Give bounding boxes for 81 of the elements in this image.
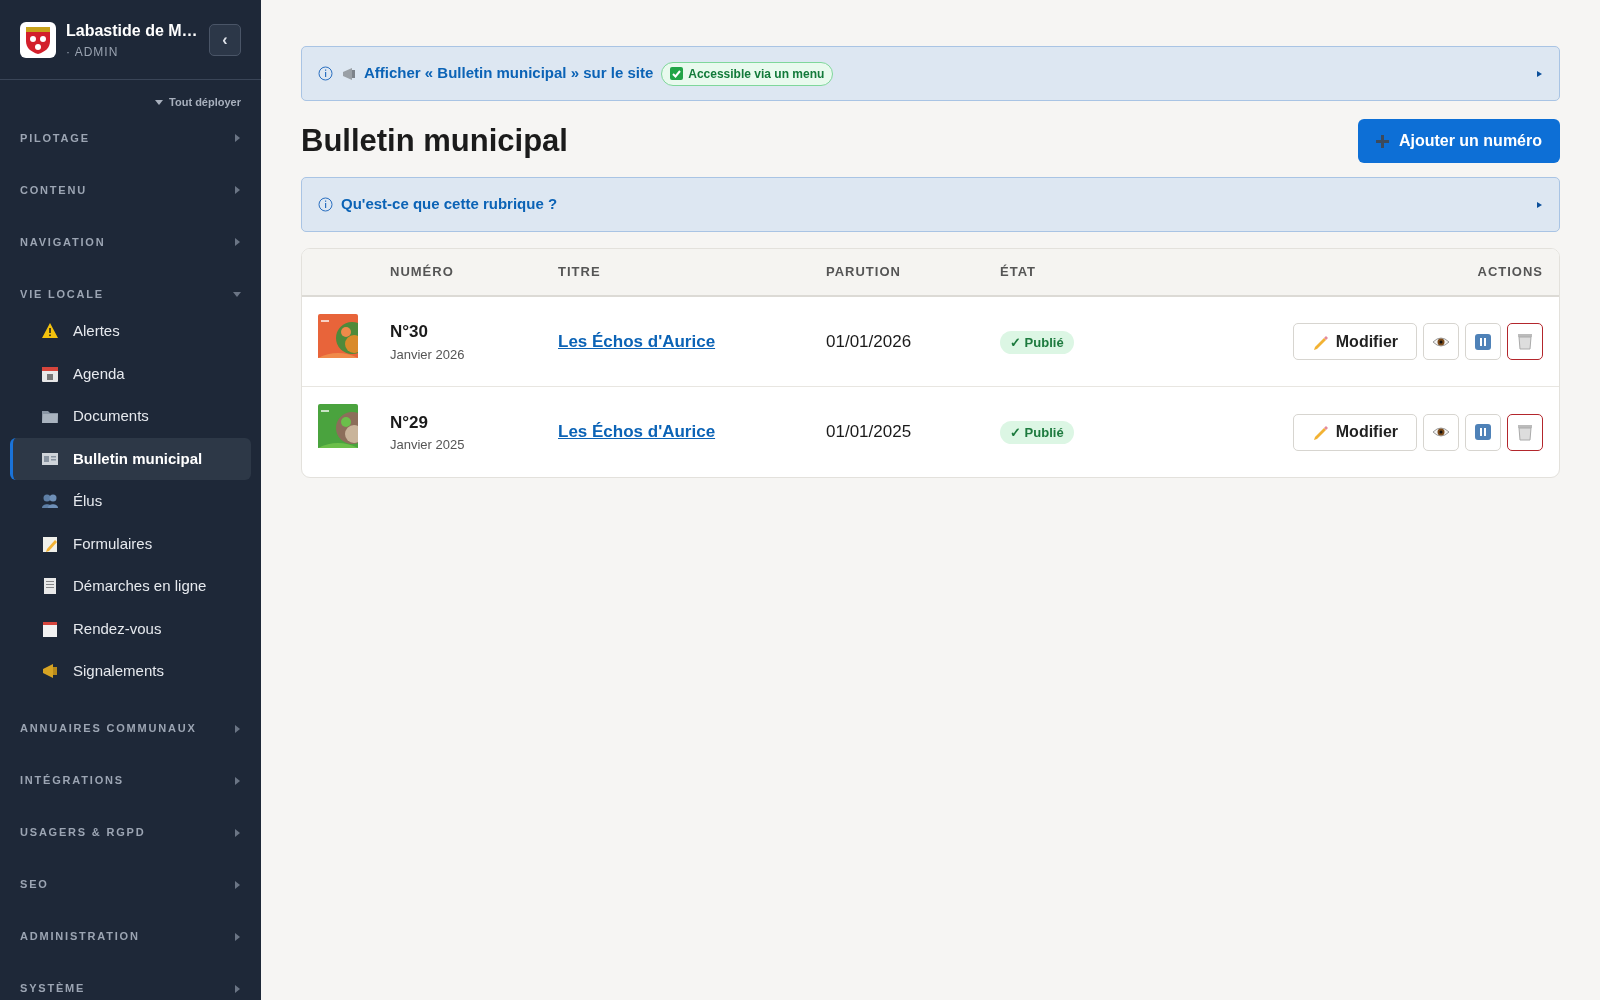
role-label: · ADMIN <box>66 43 120 61</box>
plus-icon <box>1375 134 1389 148</box>
calendar-icon <box>41 619 59 638</box>
sidebar-item[interactable]: Bulletin municipal <box>10 437 251 480</box>
pencil-icon <box>1311 424 1328 440</box>
caret-right-icon <box>233 880 241 889</box>
section-header[interactable]: ANNUAIRES COMMUNAUX <box>0 702 261 755</box>
info-icon <box>318 197 333 212</box>
sidebar-item[interactable]: Formulaires <box>10 522 251 565</box>
publication-date: 01/01/2025 <box>826 422 912 442</box>
preview-button[interactable] <box>1423 323 1459 360</box>
issue-month: Janvier 2025 <box>390 436 466 454</box>
sidebar-item[interactable]: Signalements <box>10 650 251 693</box>
caret-right-icon <box>233 932 241 941</box>
edit-button[interactable]: Modifier <box>1292 413 1417 451</box>
megaphone-icon <box>341 66 356 81</box>
pause-icon <box>1475 424 1491 440</box>
sidebar-item[interactable]: Rendez-vous <box>10 607 251 650</box>
caret-right-icon <box>233 134 241 142</box>
issue-number: N°29 <box>390 411 429 434</box>
delete-button[interactable] <box>1507 323 1543 360</box>
caret-down-icon <box>233 290 241 298</box>
document-icon <box>41 577 59 596</box>
section-header[interactable]: INTÉGRATIONS <box>0 754 261 807</box>
edit-button[interactable]: Modifier <box>1292 323 1417 360</box>
publication-date: 01/01/2026 <box>826 331 912 351</box>
info-icon <box>318 66 333 81</box>
column-header: ACTIONS <box>1476 263 1544 282</box>
column-header: PARUTION <box>826 263 902 282</box>
section-header[interactable]: PILOTAGE <box>0 112 261 164</box>
people-icon <box>41 492 59 511</box>
help-link[interactable]: Qu'est-ce que cette rubrique ? <box>341 193 558 216</box>
preview-button[interactable] <box>1423 413 1459 451</box>
issue-title-link[interactable]: Les Échos d'Aurice <box>558 331 716 351</box>
warning-icon <box>41 322 59 341</box>
caret-icon <box>155 99 164 105</box>
checkmark-icon <box>670 67 684 80</box>
section-header[interactable]: SYSTÈME <box>0 962 261 1000</box>
megaphone-icon <box>41 662 59 681</box>
caret-right-icon <box>233 238 241 246</box>
collapse-sidebar-button[interactable]: ‹ <box>209 23 241 56</box>
column-header: TITRE <box>558 263 602 282</box>
menu-access-badge: Accessible via un menu <box>661 61 834 86</box>
view-on-site-link[interactable]: Afficher « Bulletin municipal » sur le site <box>364 62 654 85</box>
status-badge: ✓ Publié <box>1000 330 1074 354</box>
trash-icon <box>1517 333 1533 350</box>
issue-month: Janvier 2026 <box>390 345 466 364</box>
section-header[interactable]: NAVIGATION <box>0 216 261 268</box>
column-header: NUMÉRO <box>390 263 455 282</box>
caret-right-icon <box>233 186 241 194</box>
add-issue-button[interactable]: Ajouter un numéro <box>1357 119 1560 163</box>
caret-right-icon <box>233 724 241 733</box>
column-header: ÉTAT <box>1000 263 1037 282</box>
issue-number: N°30 <box>390 321 429 343</box>
pause-button[interactable] <box>1465 323 1501 360</box>
calendar-icon <box>41 364 59 383</box>
section-header[interactable]: ADMINISTRATION <box>0 910 261 963</box>
sidebar-item[interactable]: Démarches en ligne <box>10 565 251 608</box>
status-badge: ✓ Publié <box>1000 421 1074 444</box>
memo-icon <box>41 534 59 553</box>
sidebar-item[interactable]: Agenda <box>10 352 251 395</box>
section-header[interactable]: CONTENU <box>0 164 261 216</box>
pencil-icon <box>1311 333 1328 350</box>
caret-right-icon <box>233 776 241 785</box>
section-header[interactable]: SEO <box>0 858 261 911</box>
crest-logo-icon <box>20 21 56 58</box>
caret-right-icon <box>233 984 241 993</box>
issue-title-link[interactable]: Les Échos d'Aurice <box>558 422 716 442</box>
caret-right-icon <box>233 828 241 837</box>
page-title: Bulletin municipal <box>301 122 568 160</box>
expand-all-button[interactable]: Tout déployer <box>155 92 241 112</box>
site-name: Labastide de M… <box>66 20 198 41</box>
trash-icon <box>1517 423 1533 441</box>
eye-icon <box>1432 335 1450 348</box>
pause-button[interactable] <box>1465 413 1501 451</box>
section-header[interactable]: USAGERS & RGPD <box>0 806 261 859</box>
sidebar-item[interactable]: Élus <box>10 480 251 523</box>
sidebar-item[interactable]: Documents <box>10 395 251 438</box>
delete-button[interactable] <box>1507 413 1543 451</box>
eye-icon <box>1432 426 1450 438</box>
pause-icon <box>1475 333 1491 350</box>
